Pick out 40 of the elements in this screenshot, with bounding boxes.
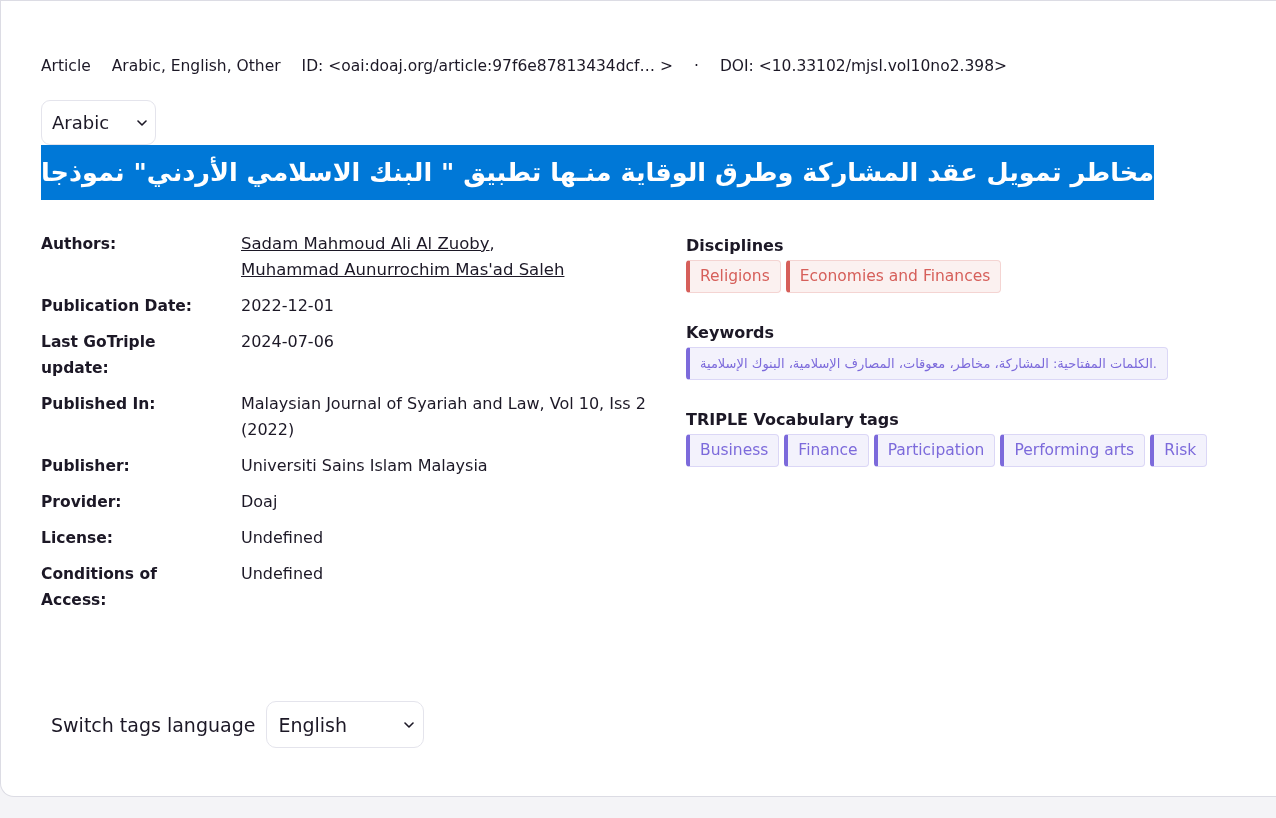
field-value: Malaysian Journal of Syariah and Law, Vol 10, Iss 2 (2022) [241,393,646,441]
field-value: Undefined [241,527,325,549]
subject-tag[interactable]: Performing arts [1000,434,1146,467]
meta-text: · [693,56,699,77]
chevron-down-icon [137,119,147,126]
meta-text: DOI: <10.33102/mjsl.vol10no2.398> [719,56,1007,77]
section-heading: TRIPLE Vocabulary tags [686,409,900,431]
field-value: Undefined [241,563,325,585]
field-label: Conditions of Access: [41,564,158,611]
section-heading: Keywords [686,322,776,344]
subject-tag[interactable]: Economies and Finances [785,260,1002,293]
field-value: 2022-12-01 [241,295,335,317]
subject-tag[interactable]: Risk [1150,434,1208,467]
subject-tag[interactable]: Participation [873,434,996,467]
switch-label: Switch tags language [51,713,256,736]
meta-text: Article [41,56,91,77]
field-label: Published In: [41,394,157,415]
subject-tag[interactable]: Religions [686,260,781,293]
field-label: Provider: [41,492,123,513]
field-label: Last GoTriple update: [41,332,157,379]
subject-tag[interactable]: الكلمات المفتاحية: المشاركة، مخاطر، معوقات، المصارف الإسلامية، البنوك الإسلامية. [686,347,1168,380]
field-value: 2024-07-06 [241,331,335,353]
meta-text: Arabic, English, Other [111,56,281,77]
author-link[interactable]: Muhammad Aunurrochim Mas'ad Saleh [241,260,565,279]
chevron-down-icon [404,721,415,728]
language-select[interactable]: English [266,701,425,748]
field-label: Publisher: [41,456,131,477]
author-separator: , [489,234,495,253]
author-link[interactable]: Sadam Mahmoud Ali Al Zuoby [241,234,490,253]
field-value: Universiti Sains Islam Malaysia [241,455,489,477]
meta-text: ID: <oai:doaj.org/article:97f6e87813434dcf… > [301,56,673,77]
field-value: Doaj [241,491,279,513]
article-title: مخاطر تمويل عقد المشاركة وطرق الوقاية منـها تطبيق " البنك الاسلامي الأردني" نموذجا [41,145,1154,200]
field-label: License: [41,528,114,549]
section-heading: Disciplines [686,235,785,257]
field-label: Authors: [41,234,118,255]
subject-tag[interactable]: Finance [784,434,869,467]
field-label: Publication Date: [41,296,193,317]
subject-tag[interactable]: Business [686,434,780,467]
language-select[interactable]: Arabic [41,100,156,145]
